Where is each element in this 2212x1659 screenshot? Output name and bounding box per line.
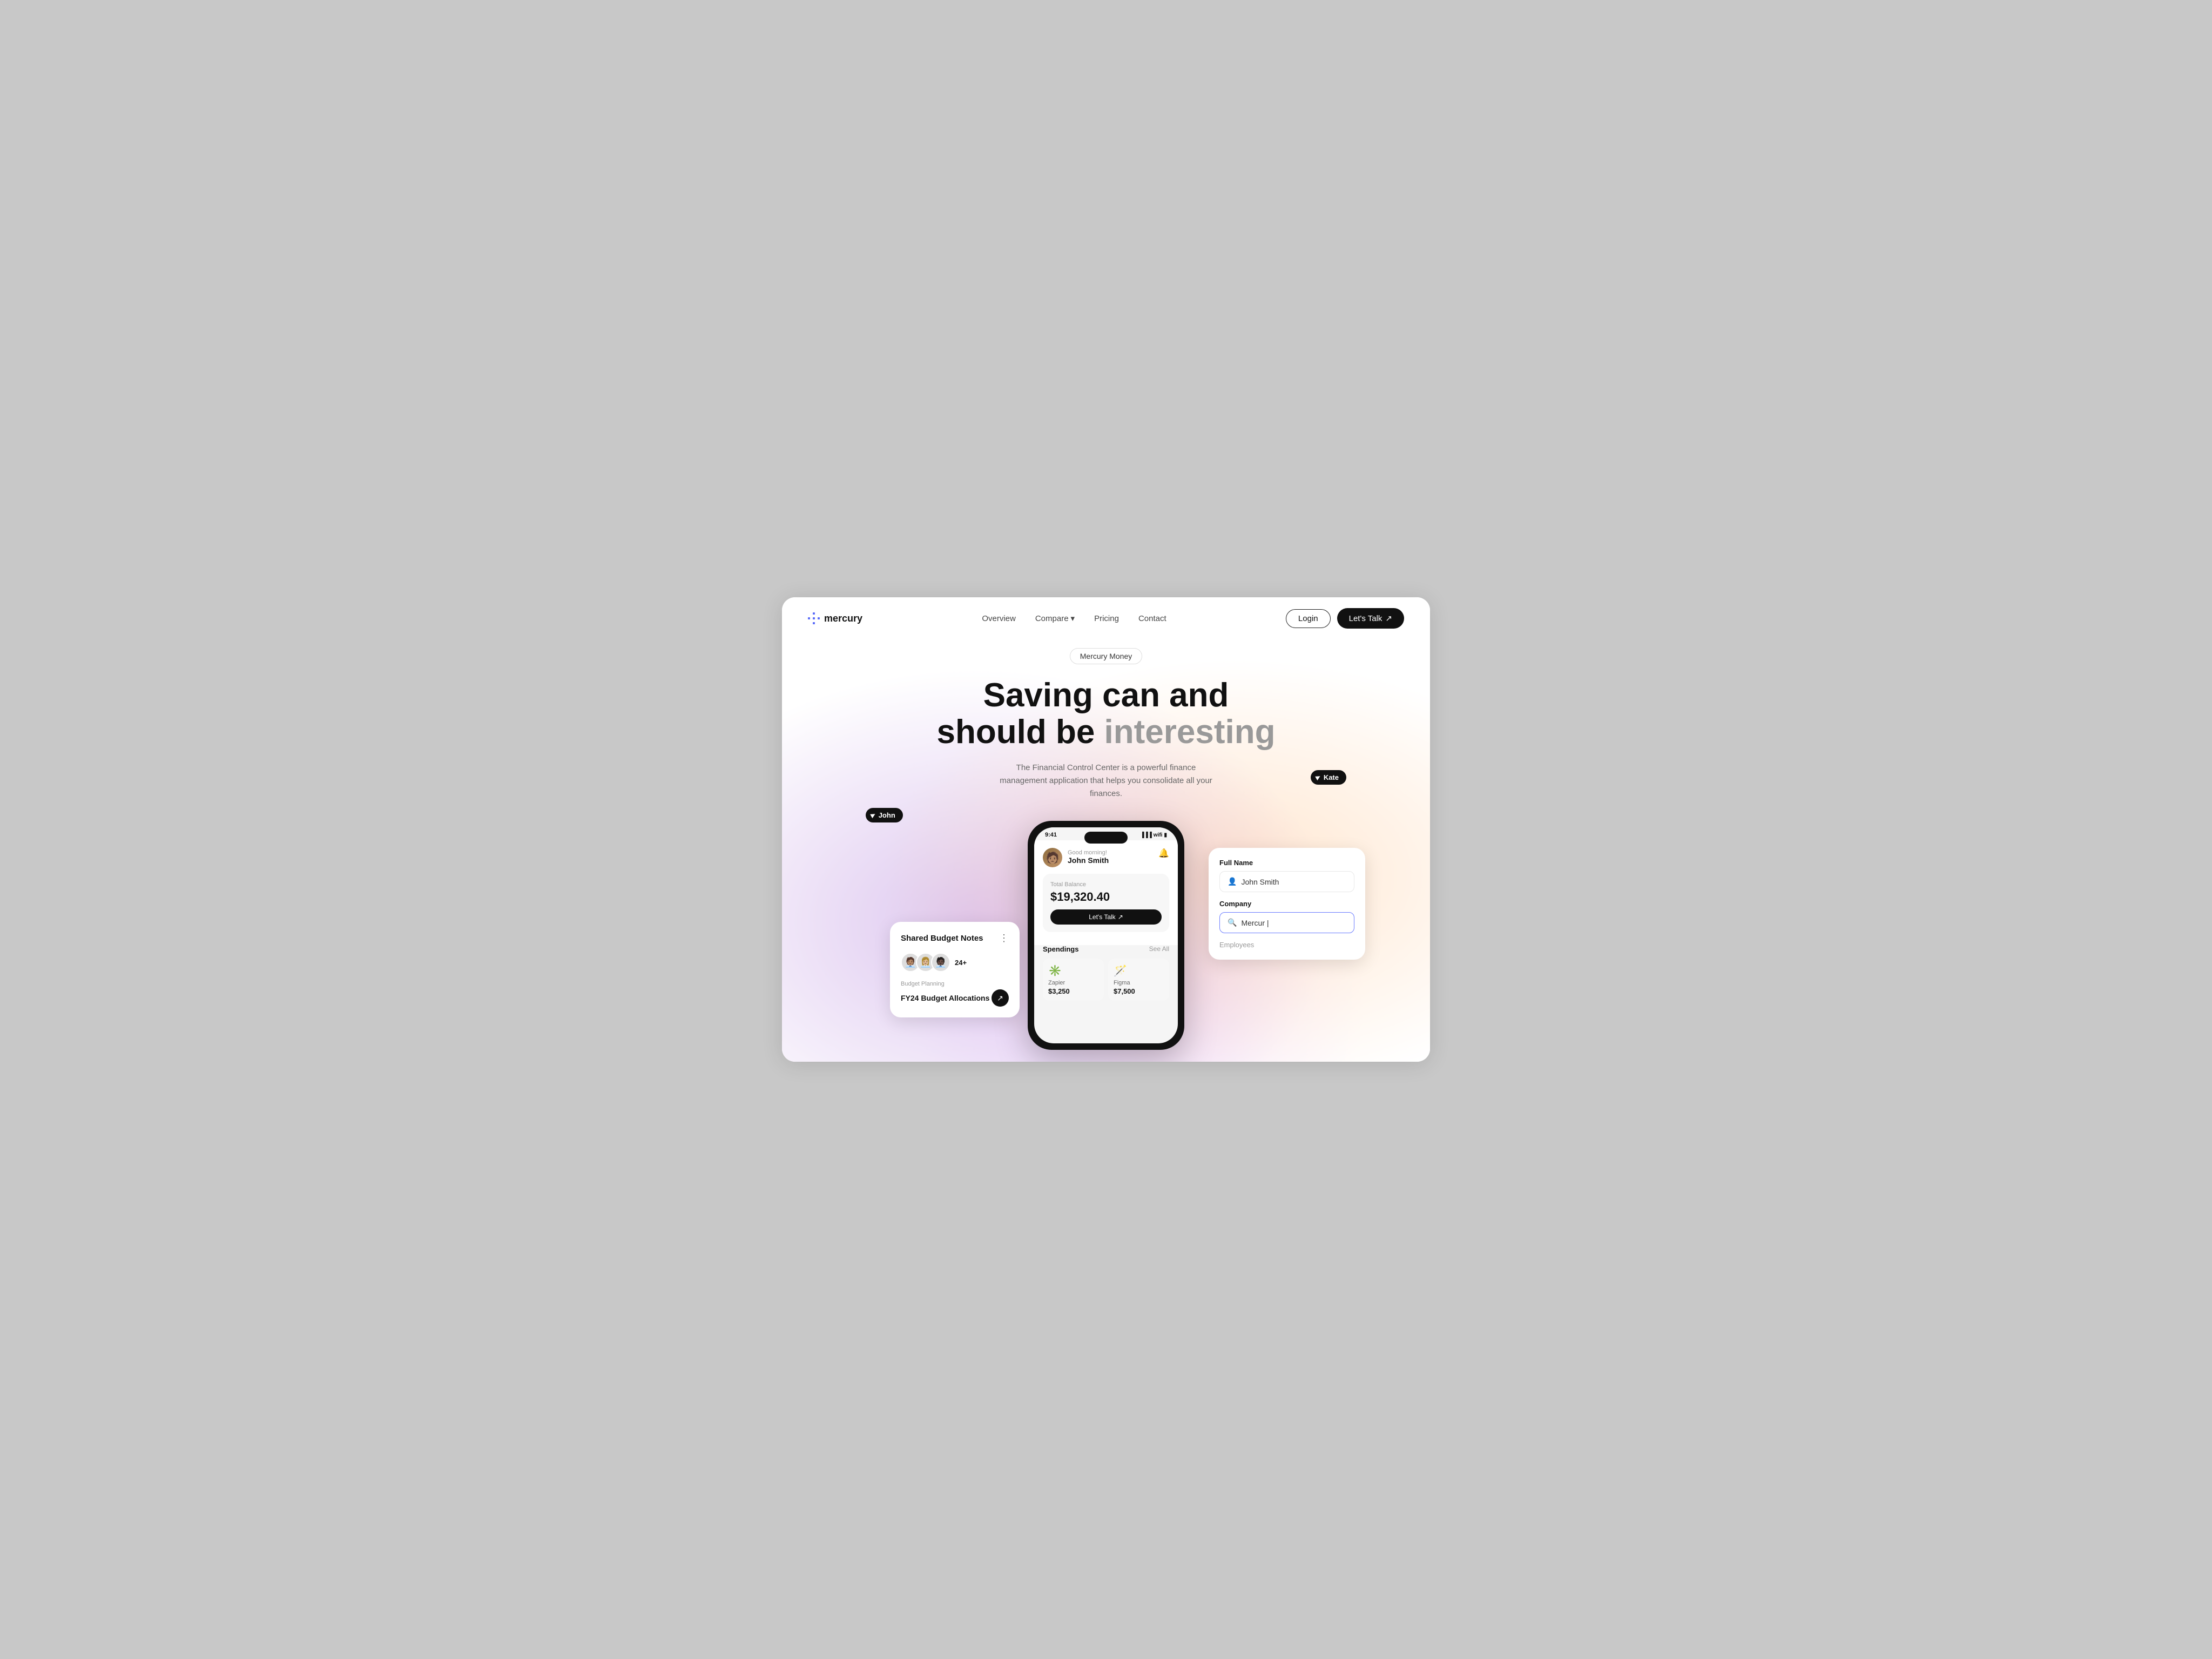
phone-app-content: 🧑🏽 Good morning! John Smith 🔔 Total Bala… <box>1034 840 1178 945</box>
budget-card-menu[interactable]: ⋮ <box>999 933 1009 944</box>
figma-icon: 🪄 <box>1114 964 1164 977</box>
phone-notch <box>1084 832 1128 844</box>
cursor-john: John <box>866 808 903 822</box>
zapier-icon: ✳️ <box>1048 964 1098 977</box>
balance-amount: $19,320.40 <box>1050 890 1162 904</box>
arrow-icon: ↗ <box>1385 613 1392 623</box>
logo-text: mercury <box>824 613 862 624</box>
avatar-count: 24+ <box>955 959 967 967</box>
battery-icon: ▮ <box>1164 832 1167 838</box>
logo-icon <box>808 612 820 624</box>
spendings-header: Spendings See All <box>1043 945 1169 953</box>
spending-card-figma: 🪄 Figma $7,500 <box>1108 959 1169 1001</box>
arrow-icon: ↗ <box>1118 913 1123 921</box>
zapier-name: Zapier <box>1048 980 1098 986</box>
company-label: Company <box>1219 900 1354 908</box>
company-value: Mercur | <box>1241 919 1269 927</box>
budget-plan-label: Budget Planning <box>901 981 1009 987</box>
phone-container: Shared Budget Notes ⋮ 🧑🏽‍💼 👩🏼‍💼 🧑🏿‍💼 24+… <box>782 821 1430 1050</box>
phone-cta-button[interactable]: Let's Talk ↗ <box>1050 909 1162 925</box>
nav-overview[interactable]: Overview <box>982 614 1016 623</box>
nav-pricing[interactable]: Pricing <box>1094 614 1119 623</box>
spending-card-zapier: ✳️ Zapier $3,250 <box>1043 959 1104 1001</box>
phone-greeting-text: Good morning! John Smith <box>1068 849 1109 866</box>
budget-arrow-button[interactable]: ↗ <box>992 989 1009 1007</box>
page-wrapper: mercury Overview Compare ▾ Pricing Conta… <box>782 597 1430 1062</box>
user-icon: 👤 <box>1228 877 1237 886</box>
search-company-icon: 🔍 <box>1228 918 1237 927</box>
phone-status-icons: ▐▐▐ wifi ▮ <box>1141 832 1167 838</box>
budget-card-title: Shared Budget Notes <box>901 934 983 943</box>
lets-talk-button[interactable]: Let's Talk ↗ <box>1337 608 1404 629</box>
phone-balance-card: Total Balance $19,320.40 Let's Talk ↗ <box>1043 874 1169 932</box>
see-all-link[interactable]: See All <box>1149 945 1169 953</box>
signal-icon: ▐▐▐ <box>1141 832 1152 838</box>
logo[interactable]: mercury <box>808 612 862 624</box>
avatar-stack: 🧑🏽‍💼 👩🏼‍💼 🧑🏿‍💼 24+ <box>901 953 1009 972</box>
budget-card-header: Shared Budget Notes ⋮ <box>901 933 1009 944</box>
nav-contact[interactable]: Contact <box>1138 614 1166 623</box>
full-name-input[interactable]: 👤 John Smith <box>1219 871 1354 892</box>
employees-label: Employees <box>1219 941 1354 949</box>
figma-amount: $7,500 <box>1114 987 1164 995</box>
chevron-down-icon: ▾ <box>1071 613 1075 623</box>
cursor-kate: Kate <box>1311 770 1346 785</box>
login-button[interactable]: Login <box>1286 609 1331 628</box>
phone-bell-icon[interactable]: 🔔 <box>1158 848 1169 859</box>
hero-description: The Financial Control Center is a powerf… <box>993 761 1219 800</box>
nav-links: Overview Compare ▾ Pricing Contact <box>982 613 1166 623</box>
budget-name: FY24 Budget Allocations <box>901 994 989 1002</box>
full-name-value: John Smith <box>1241 878 1279 886</box>
phone-screen: 9:41 ▐▐▐ wifi ▮ 🧑🏽 Good morning! <box>1034 827 1178 1043</box>
budget-link-row: FY24 Budget Allocations ↗ <box>901 989 1009 1007</box>
avatar-3: 🧑🏿‍💼 <box>931 953 950 972</box>
phone-greeting-row: 🧑🏽 Good morning! John Smith 🔔 <box>1043 848 1169 867</box>
phone-avatar: 🧑🏽 <box>1043 848 1062 867</box>
company-input[interactable]: 🔍 Mercur | <box>1219 912 1354 933</box>
phone-mockup: 9:41 ▐▐▐ wifi ▮ 🧑🏽 Good morning! <box>1028 821 1184 1050</box>
figma-name: Figma <box>1114 980 1164 986</box>
arrow-northeast-icon: ↗ <box>997 994 1003 1003</box>
company-field: Company 🔍 Mercur | <box>1219 900 1354 933</box>
navbar: mercury Overview Compare ▾ Pricing Conta… <box>782 597 1430 639</box>
zapier-amount: $3,250 <box>1048 987 1098 995</box>
nav-actions: Login Let's Talk ↗ <box>1286 608 1404 629</box>
phone-time: 9:41 <box>1045 832 1057 838</box>
budget-notes-card: Shared Budget Notes ⋮ 🧑🏽‍💼 👩🏼‍💼 🧑🏿‍💼 24+… <box>890 922 1020 1017</box>
full-name-field: Full Name 👤 John Smith <box>1219 859 1354 892</box>
hero-title: Saving can and should be interesting <box>782 677 1430 751</box>
nav-compare[interactable]: Compare ▾ <box>1035 613 1075 623</box>
form-card: Full Name 👤 John Smith Company 🔍 Mercur … <box>1209 848 1365 960</box>
hero-badge: Mercury Money <box>1070 648 1142 664</box>
phone-spendings: Spendings See All ✳️ Zapier $3,250 🪄 Fig… <box>1034 945 1178 1008</box>
spending-cards: ✳️ Zapier $3,250 🪄 Figma $7,500 <box>1043 959 1169 1001</box>
full-name-label: Full Name <box>1219 859 1354 867</box>
balance-label: Total Balance <box>1050 881 1162 888</box>
wifi-icon: wifi <box>1154 832 1163 838</box>
